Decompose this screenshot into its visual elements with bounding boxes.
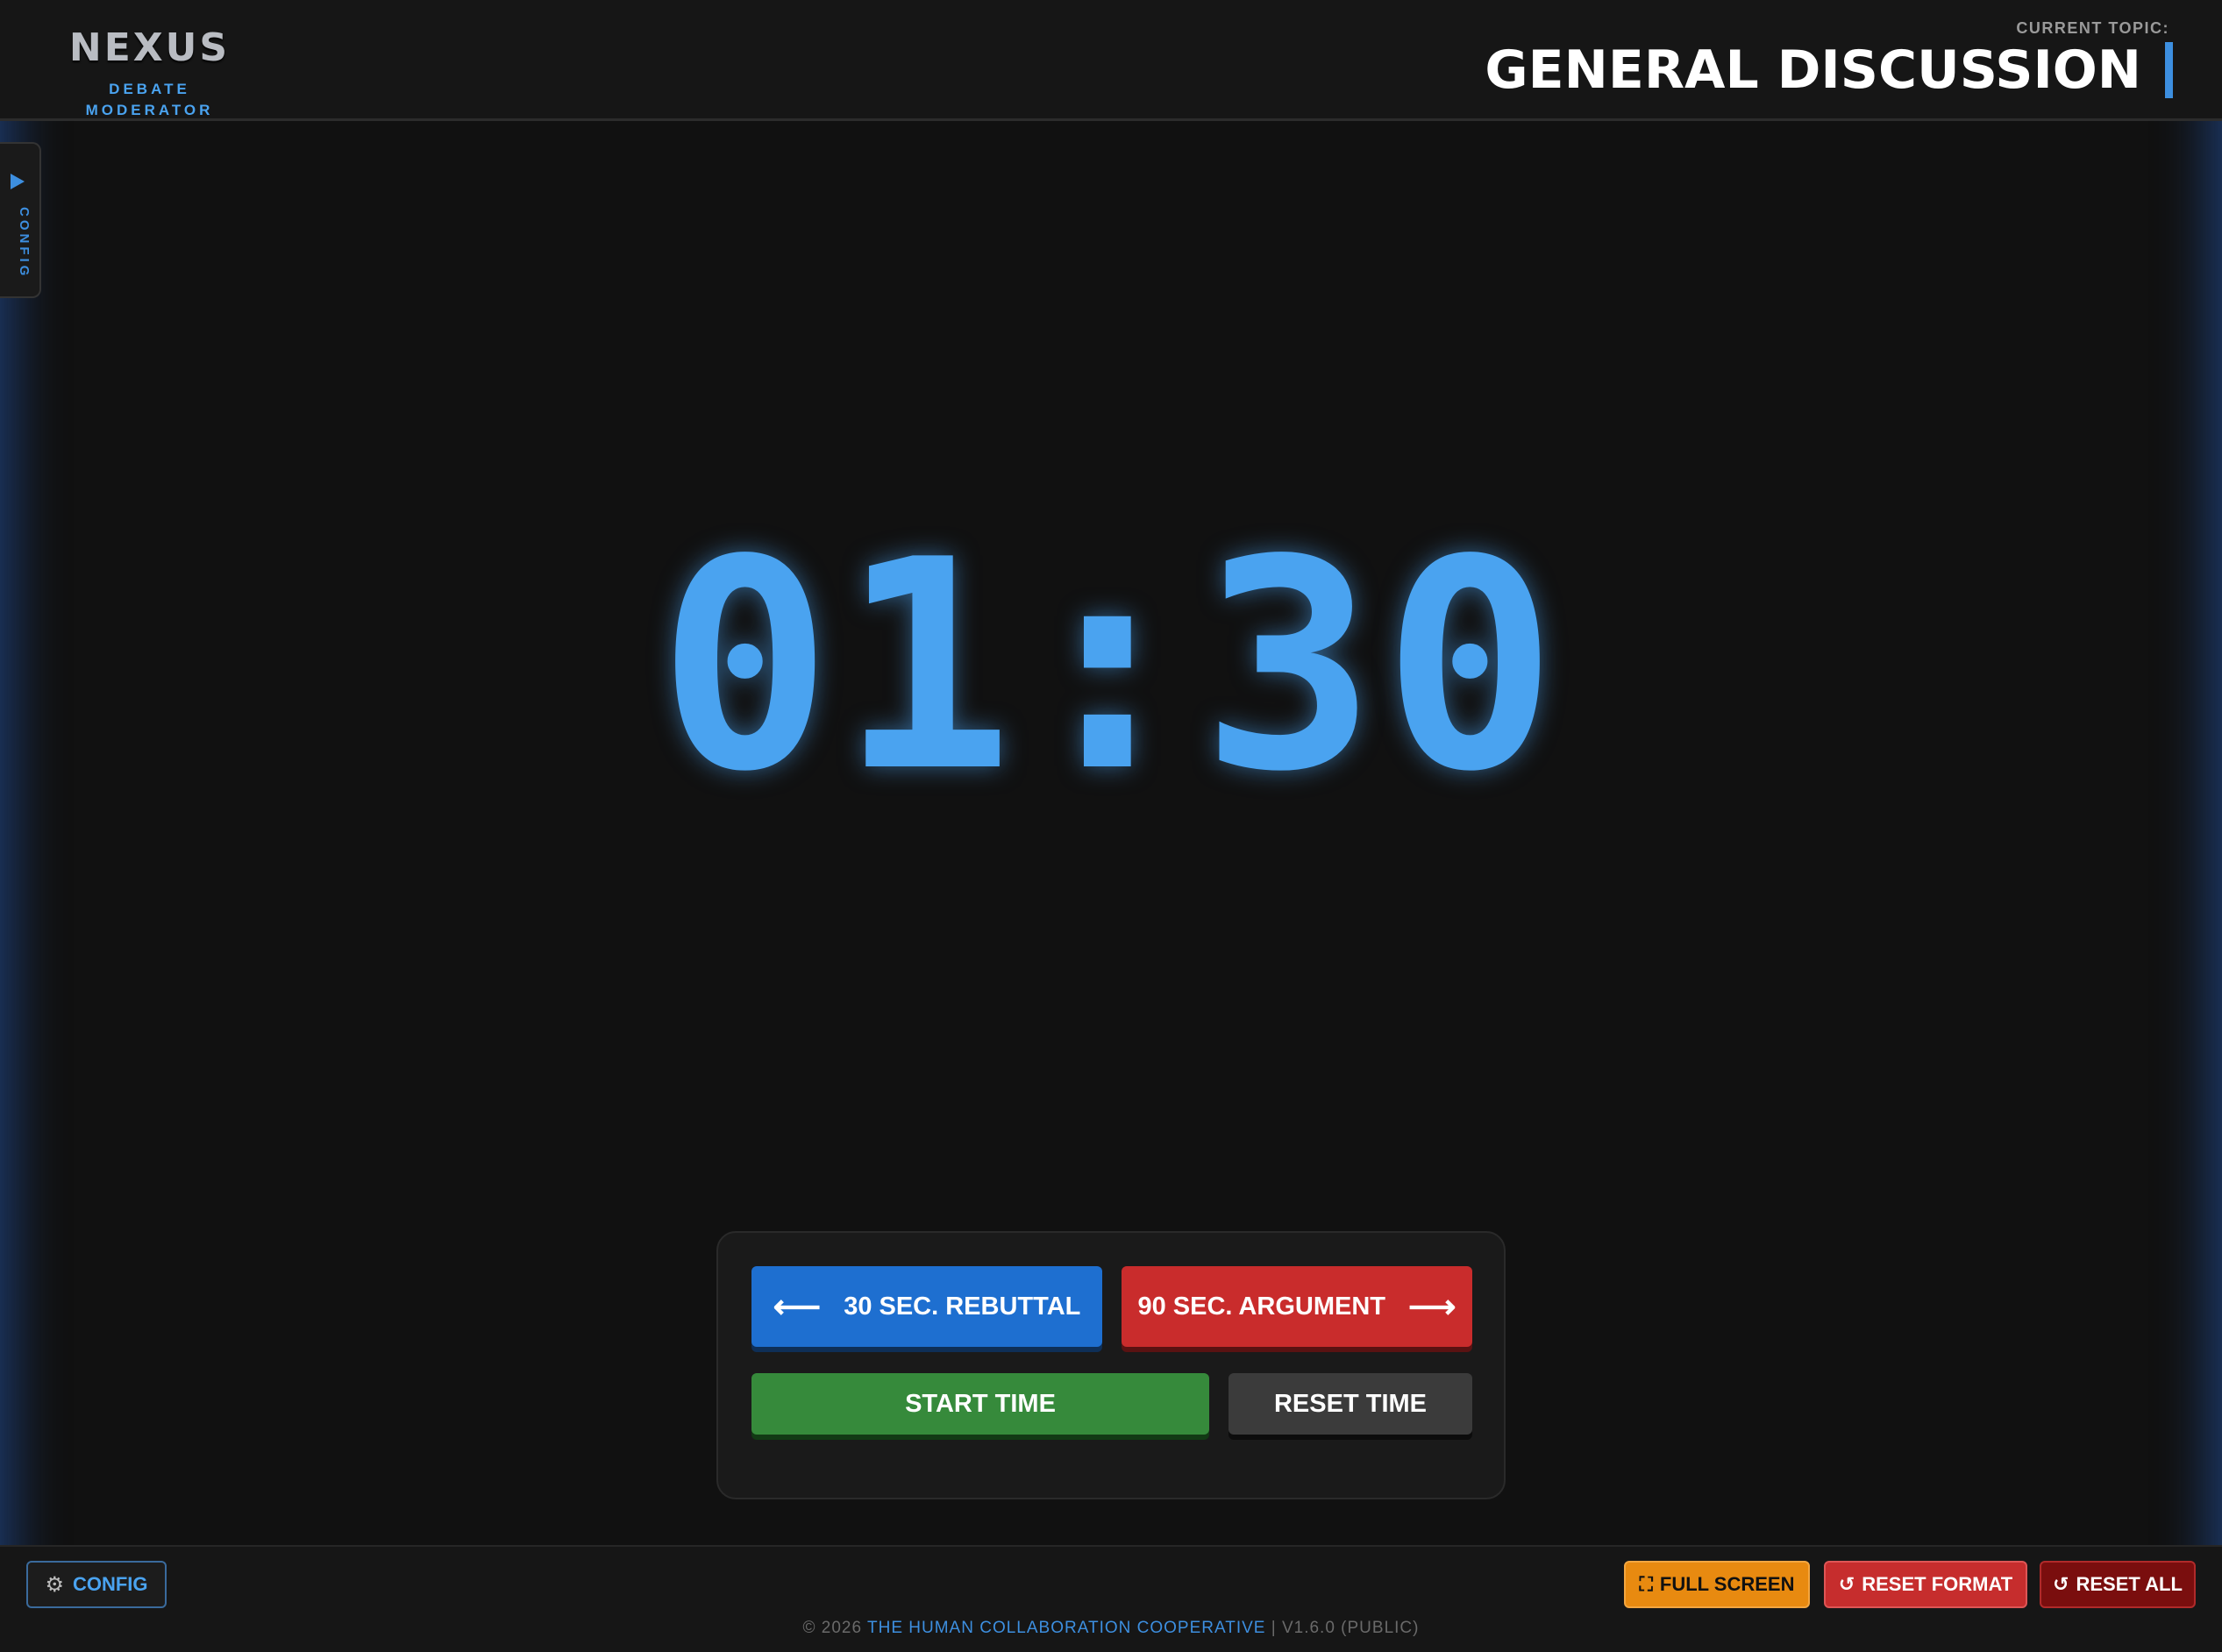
app-window: NEXUS DEBATE MODERATOR CURRENT TOPIC: GE… xyxy=(0,0,2222,1652)
reset-time-button[interactable]: RESET TIME xyxy=(1229,1373,1472,1435)
reset-format-label: RESET FORMAT xyxy=(1862,1573,2013,1595)
arrow-left-icon: ⟵ xyxy=(773,1288,822,1326)
logo-wordmark: NEXUS xyxy=(68,25,231,70)
play-arrow-icon xyxy=(11,174,25,189)
argument-button[interactable]: 90 SEC. ARGUMENT ⟶ xyxy=(1122,1266,1472,1347)
start-time-button[interactable]: START TIME xyxy=(751,1373,1209,1435)
rebuttal-button[interactable]: ⟵ 30 SEC. REBUTTAL xyxy=(751,1266,1102,1347)
arrow-right-icon: ⟶ xyxy=(1408,1288,1456,1326)
reset-format-button[interactable]: ↺ RESET FORMAT xyxy=(1824,1561,2027,1608)
full-screen-button[interactable]: ⛶ FULL SCREEN xyxy=(1624,1561,1810,1608)
topic-accent-bar xyxy=(2165,42,2173,98)
refresh-icon: ↺ xyxy=(1838,1573,1855,1595)
full-screen-label: FULL SCREEN xyxy=(1659,1573,1795,1595)
app-logo: NEXUS DEBATE MODERATOR xyxy=(51,18,248,118)
current-topic-title: GENERAL DISCUSSION xyxy=(1485,39,2141,101)
config-side-tab[interactable]: CONFIG xyxy=(0,142,41,298)
rebuttal-button-label: 30 SEC. REBUTTAL xyxy=(844,1292,1081,1321)
footer-bar: ⚙ CONFIG ⛶ FULL SCREEN ↺ RESET FORMAT ↺ … xyxy=(0,1545,2222,1652)
argument-button-label: 90 SEC. ARGUMENT xyxy=(1137,1292,1385,1321)
reset-all-label: RESET ALL xyxy=(2076,1573,2183,1595)
copyright-prefix: © 2026 xyxy=(802,1619,863,1637)
current-topic-label: CURRENT TOPIC: xyxy=(2016,19,2169,37)
copyright-org-link[interactable]: THE HUMAN COLLABORATION COOPERATIVE xyxy=(867,1619,1265,1637)
copyright-text: © 2026 THE HUMAN COLLABORATION COOPERATI… xyxy=(0,1619,2222,1638)
gear-icon: ⚙ xyxy=(45,1572,64,1597)
header-bar: NEXUS DEBATE MODERATOR CURRENT TOPIC: GE… xyxy=(0,0,2222,121)
side-tab-label: CONFIG xyxy=(17,207,32,280)
logo-subtitle: DEBATE MODERATOR xyxy=(85,81,214,118)
fullscreen-icon: ⛶ xyxy=(1639,1573,1653,1595)
config-button[interactable]: ⚙ CONFIG xyxy=(26,1561,167,1608)
timer-control-panel: ⟵ 30 SEC. REBUTTAL 90 SEC. ARGUMENT ⟶ ST… xyxy=(716,1231,1506,1499)
countdown-timer: 01:30 xyxy=(658,498,1564,835)
refresh-icon: ↺ xyxy=(2053,1573,2069,1595)
config-button-label: CONFIG xyxy=(72,1573,148,1595)
reset-all-button[interactable]: ↺ RESET ALL xyxy=(2040,1561,2196,1608)
copyright-version: | V1.6.0 (PUBLIC) xyxy=(1271,1619,1420,1637)
